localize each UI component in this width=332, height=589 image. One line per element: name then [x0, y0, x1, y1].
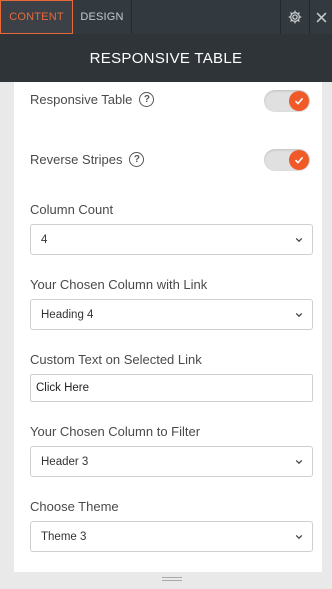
chevron-down-icon	[295, 459, 303, 465]
theme-select[interactable]: Theme 3	[30, 521, 313, 552]
column-count-label: Column Count	[30, 202, 114, 217]
responsive-table-switch[interactable]	[264, 90, 310, 112]
question-circle-icon[interactable]: ?	[139, 92, 155, 107]
column-count-select[interactable]: 4	[30, 224, 313, 255]
filter-column-select[interactable]: Header 3	[30, 446, 313, 477]
theme-label: Choose Theme	[30, 499, 119, 514]
settings-button[interactable]	[281, 0, 310, 34]
panel-tabbar: CONTENT DESIGN	[0, 0, 332, 34]
tabbar-spacer	[132, 0, 281, 34]
close-icon	[316, 12, 326, 22]
toggle-row-reverse-stripes: Reverse Stripes ?	[30, 152, 145, 167]
switch-knob	[289, 91, 309, 111]
custom-text-input[interactable]: Click Here	[30, 374, 313, 402]
check-icon	[294, 156, 304, 164]
settings-panel: Responsive Table ? Reverse Stripes ? Col…	[14, 82, 322, 572]
question-circle-icon[interactable]: ?	[129, 152, 145, 167]
chevron-down-icon	[295, 312, 303, 318]
switch-knob	[289, 150, 309, 170]
close-button[interactable]	[310, 0, 332, 34]
tab-content[interactable]: CONTENT	[0, 0, 73, 34]
chevron-down-icon	[295, 237, 303, 243]
reverse-stripes-switch[interactable]	[264, 149, 310, 171]
toggle-row-responsive-table: Responsive Table ?	[30, 92, 155, 107]
input-value: Click Here	[36, 382, 90, 394]
panel-header: RESPONSIVE TABLE	[0, 34, 332, 82]
chevron-down-icon	[295, 534, 303, 540]
toggle-label: Reverse Stripes	[30, 152, 123, 167]
link-column-select[interactable]: Heading 4	[30, 299, 313, 330]
page-title: RESPONSIVE TABLE	[89, 49, 243, 67]
gear-icon	[288, 10, 302, 24]
link-column-label: Your Chosen Column with Link	[30, 277, 208, 292]
select-value: 4	[41, 233, 48, 246]
toggle-label: Responsive Table	[30, 92, 133, 107]
select-value: Header 3	[41, 455, 89, 468]
filter-column-label: Your Chosen Column to Filter	[30, 424, 201, 439]
select-value: Theme 3	[41, 530, 87, 543]
check-icon	[294, 97, 304, 105]
custom-text-label: Custom Text on Selected Link	[30, 352, 202, 367]
tab-design[interactable]: DESIGN	[73, 0, 132, 34]
resize-handle[interactable]	[162, 577, 182, 583]
select-value: Heading 4	[41, 308, 94, 321]
